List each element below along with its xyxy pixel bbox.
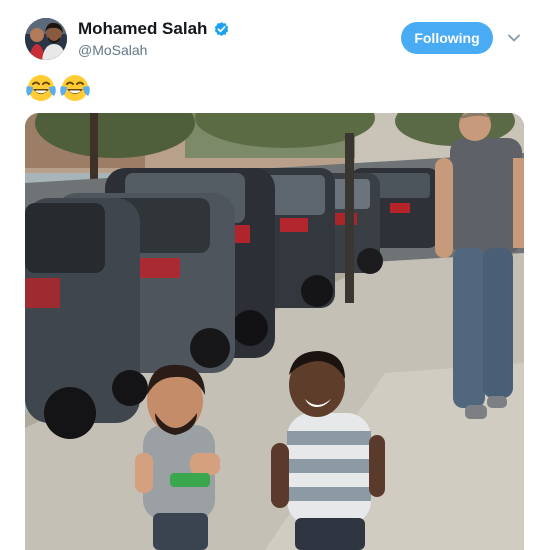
profile-photo-icon [25, 18, 67, 60]
tears-of-joy-emoji-icon [25, 72, 57, 104]
tears-of-joy-emoji-icon [59, 72, 91, 104]
author-display-name[interactable]: Mohamed Salah [78, 19, 207, 39]
following-button[interactable]: Following [401, 22, 493, 54]
tweet-text [25, 72, 91, 104]
avatar[interactable] [25, 18, 67, 60]
street-scene-image [25, 113, 524, 550]
author-handle[interactable]: @MoSalah [78, 42, 147, 58]
verified-badge-icon [213, 21, 230, 38]
tweet-card: Mohamed Salah @MoSalah Following [0, 0, 534, 550]
author-name-row[interactable]: Mohamed Salah [78, 19, 230, 39]
tweet-video-media[interactable] [25, 113, 524, 550]
chevron-down-icon[interactable] [506, 30, 522, 46]
